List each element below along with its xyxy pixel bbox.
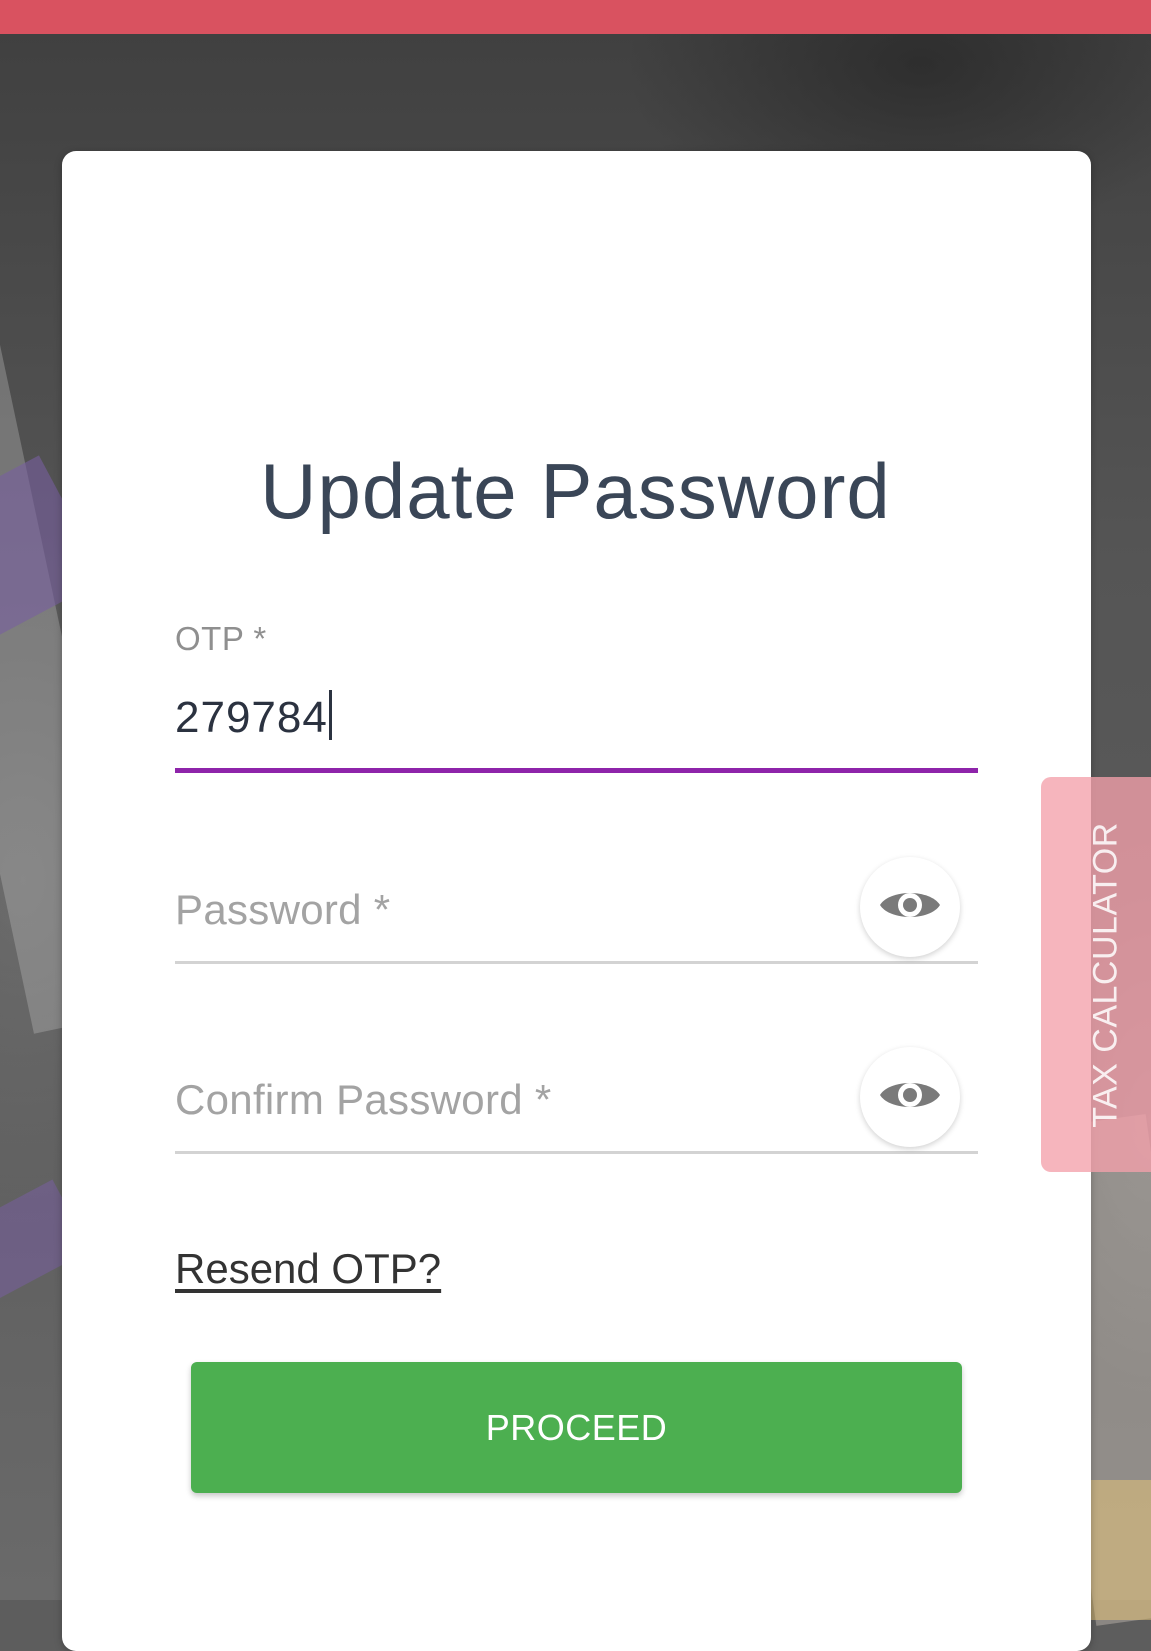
otp-field[interactable]: OTP * 279784 (175, 620, 978, 780)
otp-label: OTP * (175, 620, 267, 657)
otp-input[interactable]: 279784 (175, 690, 332, 743)
proceed-button-label: PROCEED (485, 1406, 668, 1448)
top-bar (0, 0, 1151, 34)
toggle-password-visibility-button[interactable] (860, 857, 960, 957)
eye-icon (878, 1075, 942, 1120)
password-input[interactable]: Password * (175, 886, 390, 934)
confirm-password-field[interactable]: Confirm Password * (175, 1070, 978, 1160)
tax-calculator-tab[interactable]: TAX CALCULATOR (1041, 777, 1151, 1172)
background-accent (1091, 1480, 1151, 1620)
resend-otp-link[interactable]: Resend OTP? (175, 1245, 441, 1293)
page-title: Update Password (260, 447, 891, 535)
toggle-confirm-password-visibility-button[interactable] (860, 1047, 960, 1147)
text-caret (328, 690, 332, 740)
confirm-password-underline (175, 1151, 978, 1154)
tax-calculator-label: TAX CALCULATOR (1086, 821, 1125, 1128)
confirm-password-input[interactable]: Confirm Password * (175, 1076, 552, 1124)
otp-underline (175, 768, 978, 773)
otp-value: 279784 (175, 693, 328, 742)
password-underline (175, 961, 978, 964)
proceed-button[interactable]: PROCEED (191, 1362, 962, 1493)
password-field[interactable]: Password * (175, 880, 978, 970)
eye-icon (878, 885, 942, 930)
